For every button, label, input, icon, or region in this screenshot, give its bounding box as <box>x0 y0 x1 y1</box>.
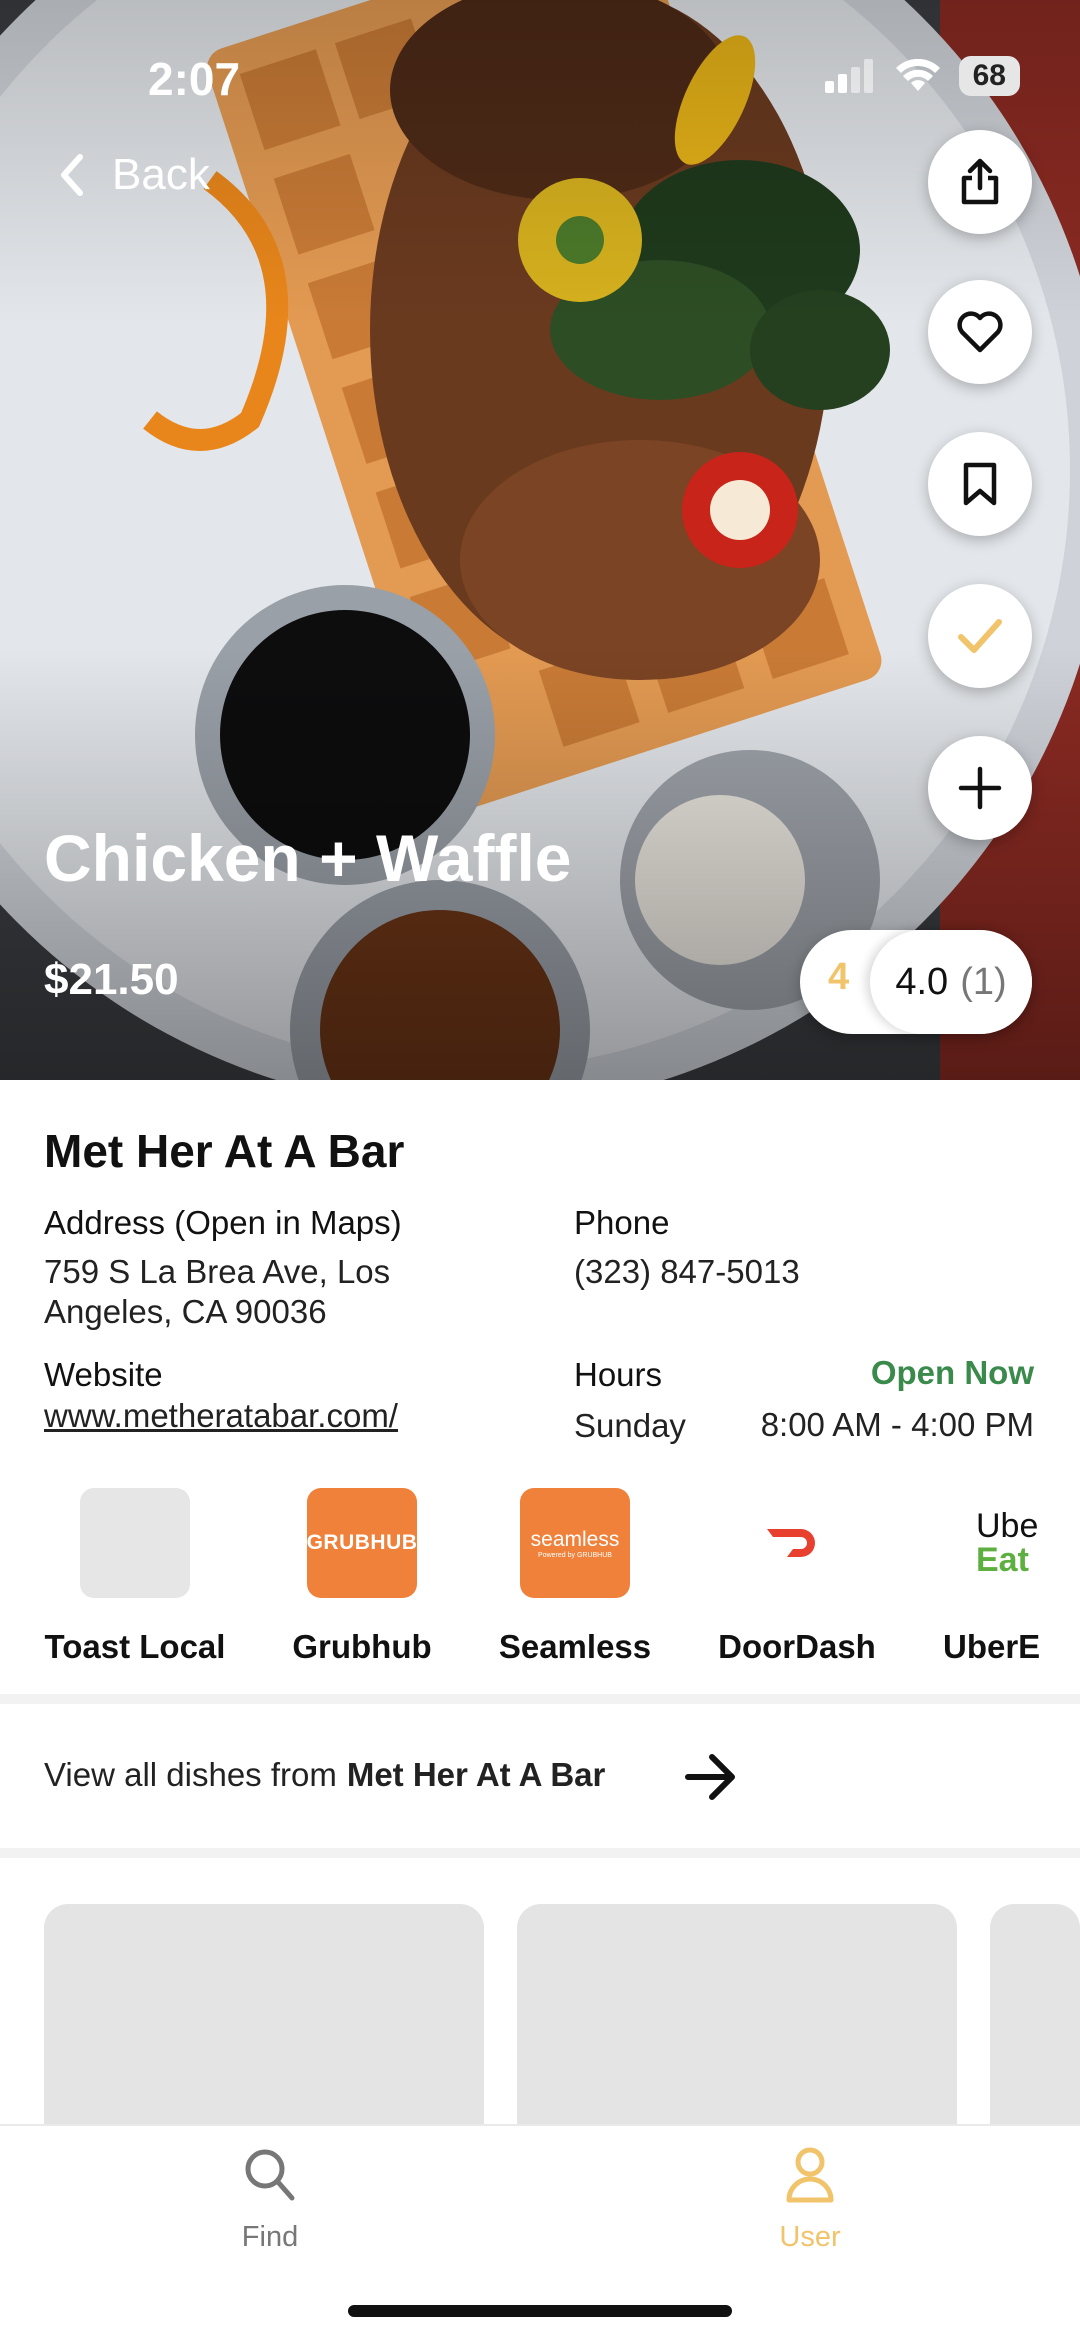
hours-time: 8:00 AM - 4:00 PM <box>760 1406 1034 1443</box>
delivery-grubhub[interactable]: GRUBHUB Grubhub <box>262 1488 462 1666</box>
toast-local-logo <box>80 1488 190 1598</box>
cellular-signal-icon <box>824 59 873 93</box>
uber-eats-logo: Ube Eat <box>976 1507 1039 1579</box>
doordash-logo <box>742 1488 852 1598</box>
arrow-right-icon[interactable] <box>682 1748 740 1806</box>
share-button[interactable] <box>928 130 1032 234</box>
grubhub-logo: GRUBHUB <box>307 1488 417 1598</box>
phone-number[interactable]: (323) 847-5013 <box>574 1252 800 1292</box>
status-time: 2:07 <box>148 53 241 105</box>
delivery-seamless[interactable]: seamless Powered by GRUBHUB Seamless <box>475 1488 675 1666</box>
search-icon <box>245 2149 295 2201</box>
chevron-left-icon <box>61 154 83 196</box>
delivery-name: Seamless <box>498 1628 652 1665</box>
battery-level: 68 <box>958 56 1020 96</box>
plus-icon <box>958 766 1002 810</box>
view-all-dishes-link[interactable]: View all dishes from Met Her At A Bar <box>44 1756 605 1794</box>
divider <box>0 1848 1080 1858</box>
tab-label: Find <box>241 2221 299 2253</box>
tab-label: User <box>779 2221 841 2253</box>
add-button[interactable] <box>928 736 1032 840</box>
restaurant-name[interactable]: Met Her At A Bar <box>44 1124 404 1178</box>
status-icons: 68 <box>824 56 1020 96</box>
user-icon <box>786 2147 834 2203</box>
average-rating: 4.0 <box>895 960 949 1003</box>
address-line-2[interactable]: Angeles, CA 90036 <box>44 1292 327 1332</box>
delivery-name: UberE <box>943 1628 1041 1665</box>
delivery-toast-local[interactable]: Toast Local <box>35 1488 235 1666</box>
delivery-uber-eats[interactable]: Ube Eat UberE <box>920 1488 1080 1666</box>
delivery-name: Toast Local <box>44 1628 226 1665</box>
home-indicator <box>348 2305 732 2317</box>
dish-card[interactable] <box>517 1904 957 2144</box>
seamless-logo: seamless Powered by GRUBHUB <box>520 1488 630 1598</box>
dish-card[interactable] <box>990 1904 1080 2144</box>
address-line-1[interactable]: 759 S La Brea Ave, Los <box>44 1252 390 1292</box>
dish-price: $21.50 <box>44 955 179 1004</box>
dish-title: Chicken + Waffle <box>44 821 572 895</box>
my-rating: 4 <box>828 956 850 998</box>
view-all-restaurant: Met Her At A Bar <box>346 1756 606 1793</box>
phone-label: Phone <box>574 1204 670 1241</box>
bookmark-button[interactable] <box>928 432 1032 536</box>
back-label: Back <box>112 150 210 199</box>
delivery-options: Toast Local GRUBHUB Grubhub seamless Pow… <box>0 1488 1080 1678</box>
website-label: Website <box>44 1356 163 1393</box>
rating-control[interactable]: 4 4.0 (1) <box>800 930 1032 1034</box>
tab-user[interactable]: User <box>710 2146 910 2254</box>
heart-icon <box>957 311 1003 353</box>
delivery-name: Grubhub <box>292 1628 432 1665</box>
share-icon <box>961 158 999 205</box>
website-link[interactable]: www.metheratabar.com/ <box>44 1396 398 1436</box>
delivery-name: DoorDash <box>718 1628 876 1665</box>
checkmark-icon <box>958 619 1002 653</box>
hours-day: Sunday <box>574 1407 686 1444</box>
address-label[interactable]: Address (Open in Maps) <box>44 1204 402 1242</box>
dish-card[interactable] <box>44 1904 484 2144</box>
hours-label: Hours <box>574 1356 663 1393</box>
delivery-doordash[interactable]: DoorDash <box>697 1488 897 1666</box>
open-status: Open Now <box>870 1354 1034 1391</box>
wifi-icon <box>895 59 940 91</box>
back-button[interactable]: Back <box>58 150 210 200</box>
favorite-button[interactable] <box>928 280 1032 384</box>
bookmark-icon <box>963 462 997 506</box>
divider <box>0 1694 1080 1704</box>
tried-button[interactable] <box>928 584 1032 688</box>
tab-find[interactable]: Find <box>170 2146 370 2254</box>
doordash-icon <box>767 1529 815 1557</box>
average-rating-badge[interactable]: 4.0 (1) <box>870 930 1032 1034</box>
view-all-prefix: View all dishes from <box>44 1756 337 1793</box>
rating-count: (1) <box>960 960 1007 1003</box>
